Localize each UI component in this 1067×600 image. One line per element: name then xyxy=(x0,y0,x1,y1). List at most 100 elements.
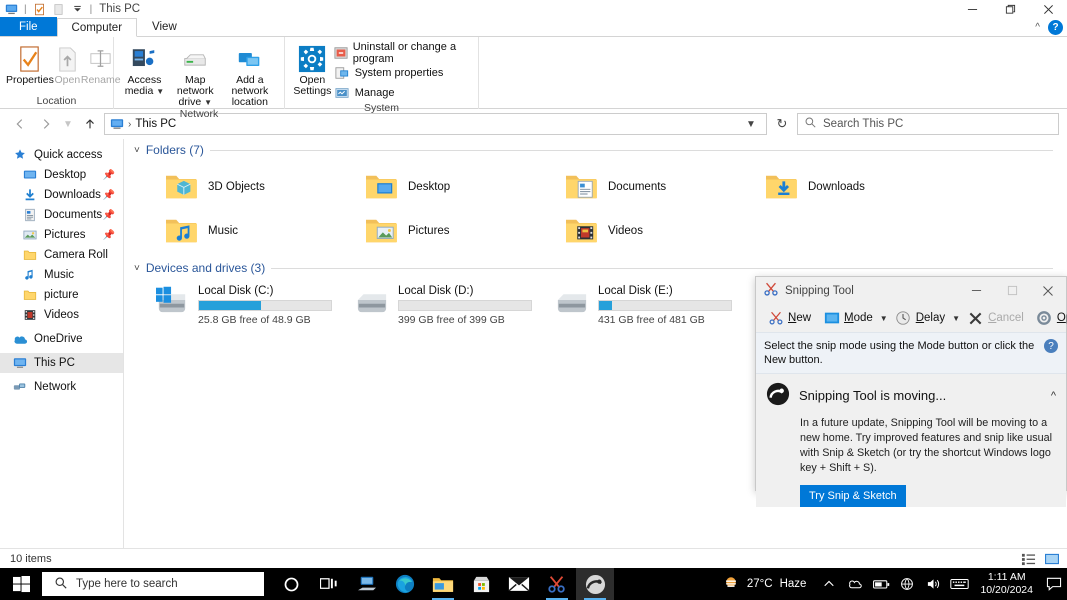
sidebar-item-downloads[interactable]: Downloads 📌 xyxy=(0,185,123,205)
drive-capacity-fill xyxy=(599,301,613,310)
properties-icon[interactable] xyxy=(32,2,47,17)
drive-name: Local Disk (D:) xyxy=(398,285,474,297)
this-pc-icon[interactable] xyxy=(4,2,19,17)
sidebar-item-camera-roll[interactable]: Camera Roll xyxy=(0,245,123,265)
folder-item[interactable]: Desktop xyxy=(332,165,532,209)
chevron-down-icon[interactable]: ˅ xyxy=(134,145,140,156)
onedrive-tray-icon[interactable] xyxy=(842,568,868,600)
mode-button[interactable]: Mode xyxy=(818,306,878,330)
sidebar-label: Network xyxy=(34,381,77,393)
access-media-button[interactable]: Access media ▼ xyxy=(120,40,169,97)
volume-icon[interactable] xyxy=(920,568,946,600)
search-box[interactable]: Search This PC xyxy=(797,113,1059,135)
folder-item[interactable]: Videos xyxy=(532,209,732,253)
mode-dropdown-arrow[interactable]: ▼ xyxy=(880,314,888,323)
restore-button[interactable] xyxy=(994,277,1030,304)
folder-item[interactable]: Pictures xyxy=(332,209,532,253)
search-placeholder: Search This PC xyxy=(823,118,904,130)
sidebar-item-desktop[interactable]: Desktop 📌 xyxy=(0,165,123,185)
delay-button[interactable]: Delay xyxy=(890,306,950,330)
tab-computer[interactable]: Computer xyxy=(56,18,138,37)
documents-icon xyxy=(22,207,38,223)
folder-item[interactable]: Documents xyxy=(532,165,732,209)
large-icons-view-icon[interactable] xyxy=(1043,551,1061,567)
details-view-icon[interactable] xyxy=(1019,551,1037,567)
show-hidden-icons-icon[interactable] xyxy=(816,568,842,600)
sidebar-item-onedrive[interactable]: OneDrive xyxy=(0,329,123,349)
tab-file[interactable]: File xyxy=(0,17,57,36)
sidebar-item-network[interactable]: Network xyxy=(0,377,123,397)
tab-view[interactable]: View xyxy=(137,17,192,36)
sidebar-item-pictures[interactable]: Pictures 📌 xyxy=(0,225,123,245)
chevron-down-icon[interactable]: ▼ xyxy=(740,119,762,130)
drive-item[interactable]: Local Disk (D:) 399 GB free of 399 GB xyxy=(332,283,532,326)
pin-icon[interactable]: 📌 xyxy=(103,170,115,181)
taskbar-search-box[interactable]: Type here to search xyxy=(42,572,264,596)
microsoft-store-icon[interactable] xyxy=(462,568,500,600)
recent-locations-button[interactable]: ▼ xyxy=(60,112,76,136)
customize-icon[interactable] xyxy=(70,2,85,17)
pin-icon[interactable]: 📌 xyxy=(103,230,115,241)
chevron-down-icon[interactable]: ˅ xyxy=(134,263,140,274)
snipping-tool-icon[interactable] xyxy=(538,568,576,600)
taskbar-clock[interactable]: 1:11 AM 10/20/2024 xyxy=(972,571,1041,597)
drive-item[interactable]: Local Disk (C:) 25.8 GB free of 48.9 GB xyxy=(132,283,332,326)
help-button[interactable]: ? xyxy=(1048,20,1063,35)
delay-dropdown-arrow[interactable]: ▼ xyxy=(952,314,960,323)
edge-icon[interactable] xyxy=(386,568,424,600)
system-properties-button[interactable]: System properties xyxy=(334,64,472,82)
remote-desktop-icon[interactable] xyxy=(348,568,386,600)
chevron-up-icon[interactable]: ^ xyxy=(1035,22,1040,33)
notification-icon[interactable] xyxy=(1041,568,1067,600)
pin-icon[interactable]: 📌 xyxy=(103,190,115,201)
add-network-location-button[interactable]: Add a network location xyxy=(222,40,278,108)
refresh-button[interactable]: ↻ xyxy=(769,113,795,135)
network-globe-icon[interactable] xyxy=(894,568,920,600)
up-button[interactable] xyxy=(78,112,102,136)
sidebar-item-videos[interactable]: Videos xyxy=(0,305,123,325)
map-network-drive-button[interactable]: Map network drive ▼ xyxy=(171,40,220,108)
properties-button[interactable]: Properties xyxy=(6,40,54,86)
sidebar-item-this-pc[interactable]: This PC xyxy=(0,353,123,373)
folder-item[interactable]: Music xyxy=(132,209,332,253)
back-button[interactable] xyxy=(8,112,32,136)
drive-info: Local Disk (E:) 431 GB free of 481 GB xyxy=(598,283,732,326)
new-snip-button[interactable]: New xyxy=(762,306,816,330)
view-buttons xyxy=(1019,551,1061,567)
sidebar-item-quick-access[interactable]: Quick access xyxy=(0,145,123,165)
close-button[interactable] xyxy=(1029,0,1067,18)
file-explorer-icon[interactable] xyxy=(424,568,462,600)
minimize-button[interactable] xyxy=(958,277,994,304)
sidebar-label: picture xyxy=(44,289,79,301)
close-button[interactable] xyxy=(1030,277,1066,304)
sidebar-item-music[interactable]: Music xyxy=(0,265,123,285)
uninstall-program-button[interactable]: Uninstall or change a program xyxy=(334,41,472,65)
mail-icon[interactable] xyxy=(500,568,538,600)
sidebar-item-documents[interactable]: Documents 📌 xyxy=(0,205,123,225)
folders-section-header[interactable]: ˅ Folders (7) xyxy=(132,139,1067,161)
forward-button[interactable] xyxy=(34,112,58,136)
open-settings-button[interactable]: Open Settings xyxy=(291,40,334,97)
folder-item[interactable]: 3D Objects xyxy=(132,165,332,209)
sidebar-item-picture[interactable]: picture xyxy=(0,285,123,305)
chevron-up-icon[interactable]: ^ xyxy=(1051,390,1056,402)
options-button[interactable]: Options xyxy=(1031,306,1067,330)
task-view-icon[interactable] xyxy=(310,568,348,600)
open-button[interactable]: Open xyxy=(54,40,81,86)
restore-button[interactable] xyxy=(991,0,1029,18)
help-icon[interactable]: ? xyxy=(1044,339,1058,353)
manage-button[interactable]: Manage xyxy=(334,84,472,102)
folder-item[interactable]: Downloads xyxy=(732,165,932,209)
weather-widget[interactable]: 27°C Haze xyxy=(712,575,817,594)
drive-item[interactable]: Local Disk (E:) 431 GB free of 481 GB xyxy=(532,283,732,326)
pin-icon[interactable]: 📌 xyxy=(103,210,115,221)
battery-icon[interactable] xyxy=(868,568,894,600)
photos-icon[interactable] xyxy=(576,568,614,600)
cortana-icon[interactable] xyxy=(272,568,310,600)
try-snip-sketch-button[interactable]: Try Snip & Sketch xyxy=(800,485,906,507)
start-button[interactable] xyxy=(0,568,42,600)
cancel-button[interactable]: Cancel xyxy=(962,306,1029,330)
new-folder-icon[interactable] xyxy=(51,2,66,17)
minimize-button[interactable] xyxy=(953,0,991,18)
keyboard-icon[interactable] xyxy=(946,568,972,600)
